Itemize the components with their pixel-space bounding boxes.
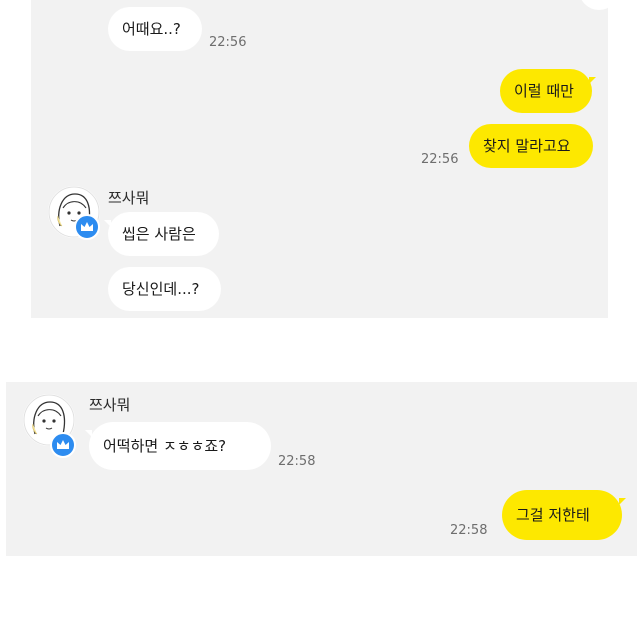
avatar[interactable] [48, 186, 100, 240]
message-time: 22:56 [209, 35, 247, 50]
message-text: 당신인데...? [122, 280, 200, 298]
message-text: 어때요..? [122, 20, 181, 38]
message-text: 찾지 말라고요 [483, 137, 571, 155]
message-text: 그걸 저한테 [516, 506, 590, 524]
outgoing-message-bubble[interactable]: 이럴 때만 [500, 69, 596, 113]
crown-badge [50, 432, 76, 458]
outgoing-message-bubble[interactable]: 그걸 저한테 [502, 490, 626, 540]
crown-icon [57, 440, 69, 449]
partial-bubble-top [579, 0, 619, 10]
message-time: 22:58 [278, 454, 316, 469]
incoming-message-bubble[interactable]: 씹은 사람은 [104, 212, 219, 256]
message-time: 22:56 [421, 152, 459, 167]
message-text: 씹은 사람은 [122, 225, 196, 243]
message-time: 22:58 [450, 523, 488, 538]
crown-icon [81, 222, 93, 231]
chat-screenshot-1: 어때요..? 22:56 이럴 때만 찾지 말라고요 22:56 쯔사뭐 씹은 … [31, 0, 619, 318]
avatar[interactable] [23, 394, 76, 458]
incoming-message-bubble[interactable]: 어때요..? [108, 7, 202, 51]
message-text: 어떡하면 ㅈㅎㅎ죠? [103, 437, 227, 455]
crown-badge [74, 214, 100, 240]
incoming-message-bubble[interactable]: 어떡하면 ㅈㅎㅎ죠? [85, 422, 271, 470]
chat-screenshot-2: 쯔사뭐 어떡하면 ㅈㅎㅎ죠? 22:58 그걸 저한테 22:58 [6, 382, 637, 556]
incoming-message-bubble[interactable]: 당신인데...? [108, 267, 221, 311]
outgoing-message-bubble[interactable]: 찾지 말라고요 [469, 124, 593, 168]
message-text: 이럴 때만 [514, 82, 574, 100]
sender-name: 쯔사뭐 [89, 396, 131, 414]
sender-name: 쯔사뭐 [108, 189, 150, 207]
